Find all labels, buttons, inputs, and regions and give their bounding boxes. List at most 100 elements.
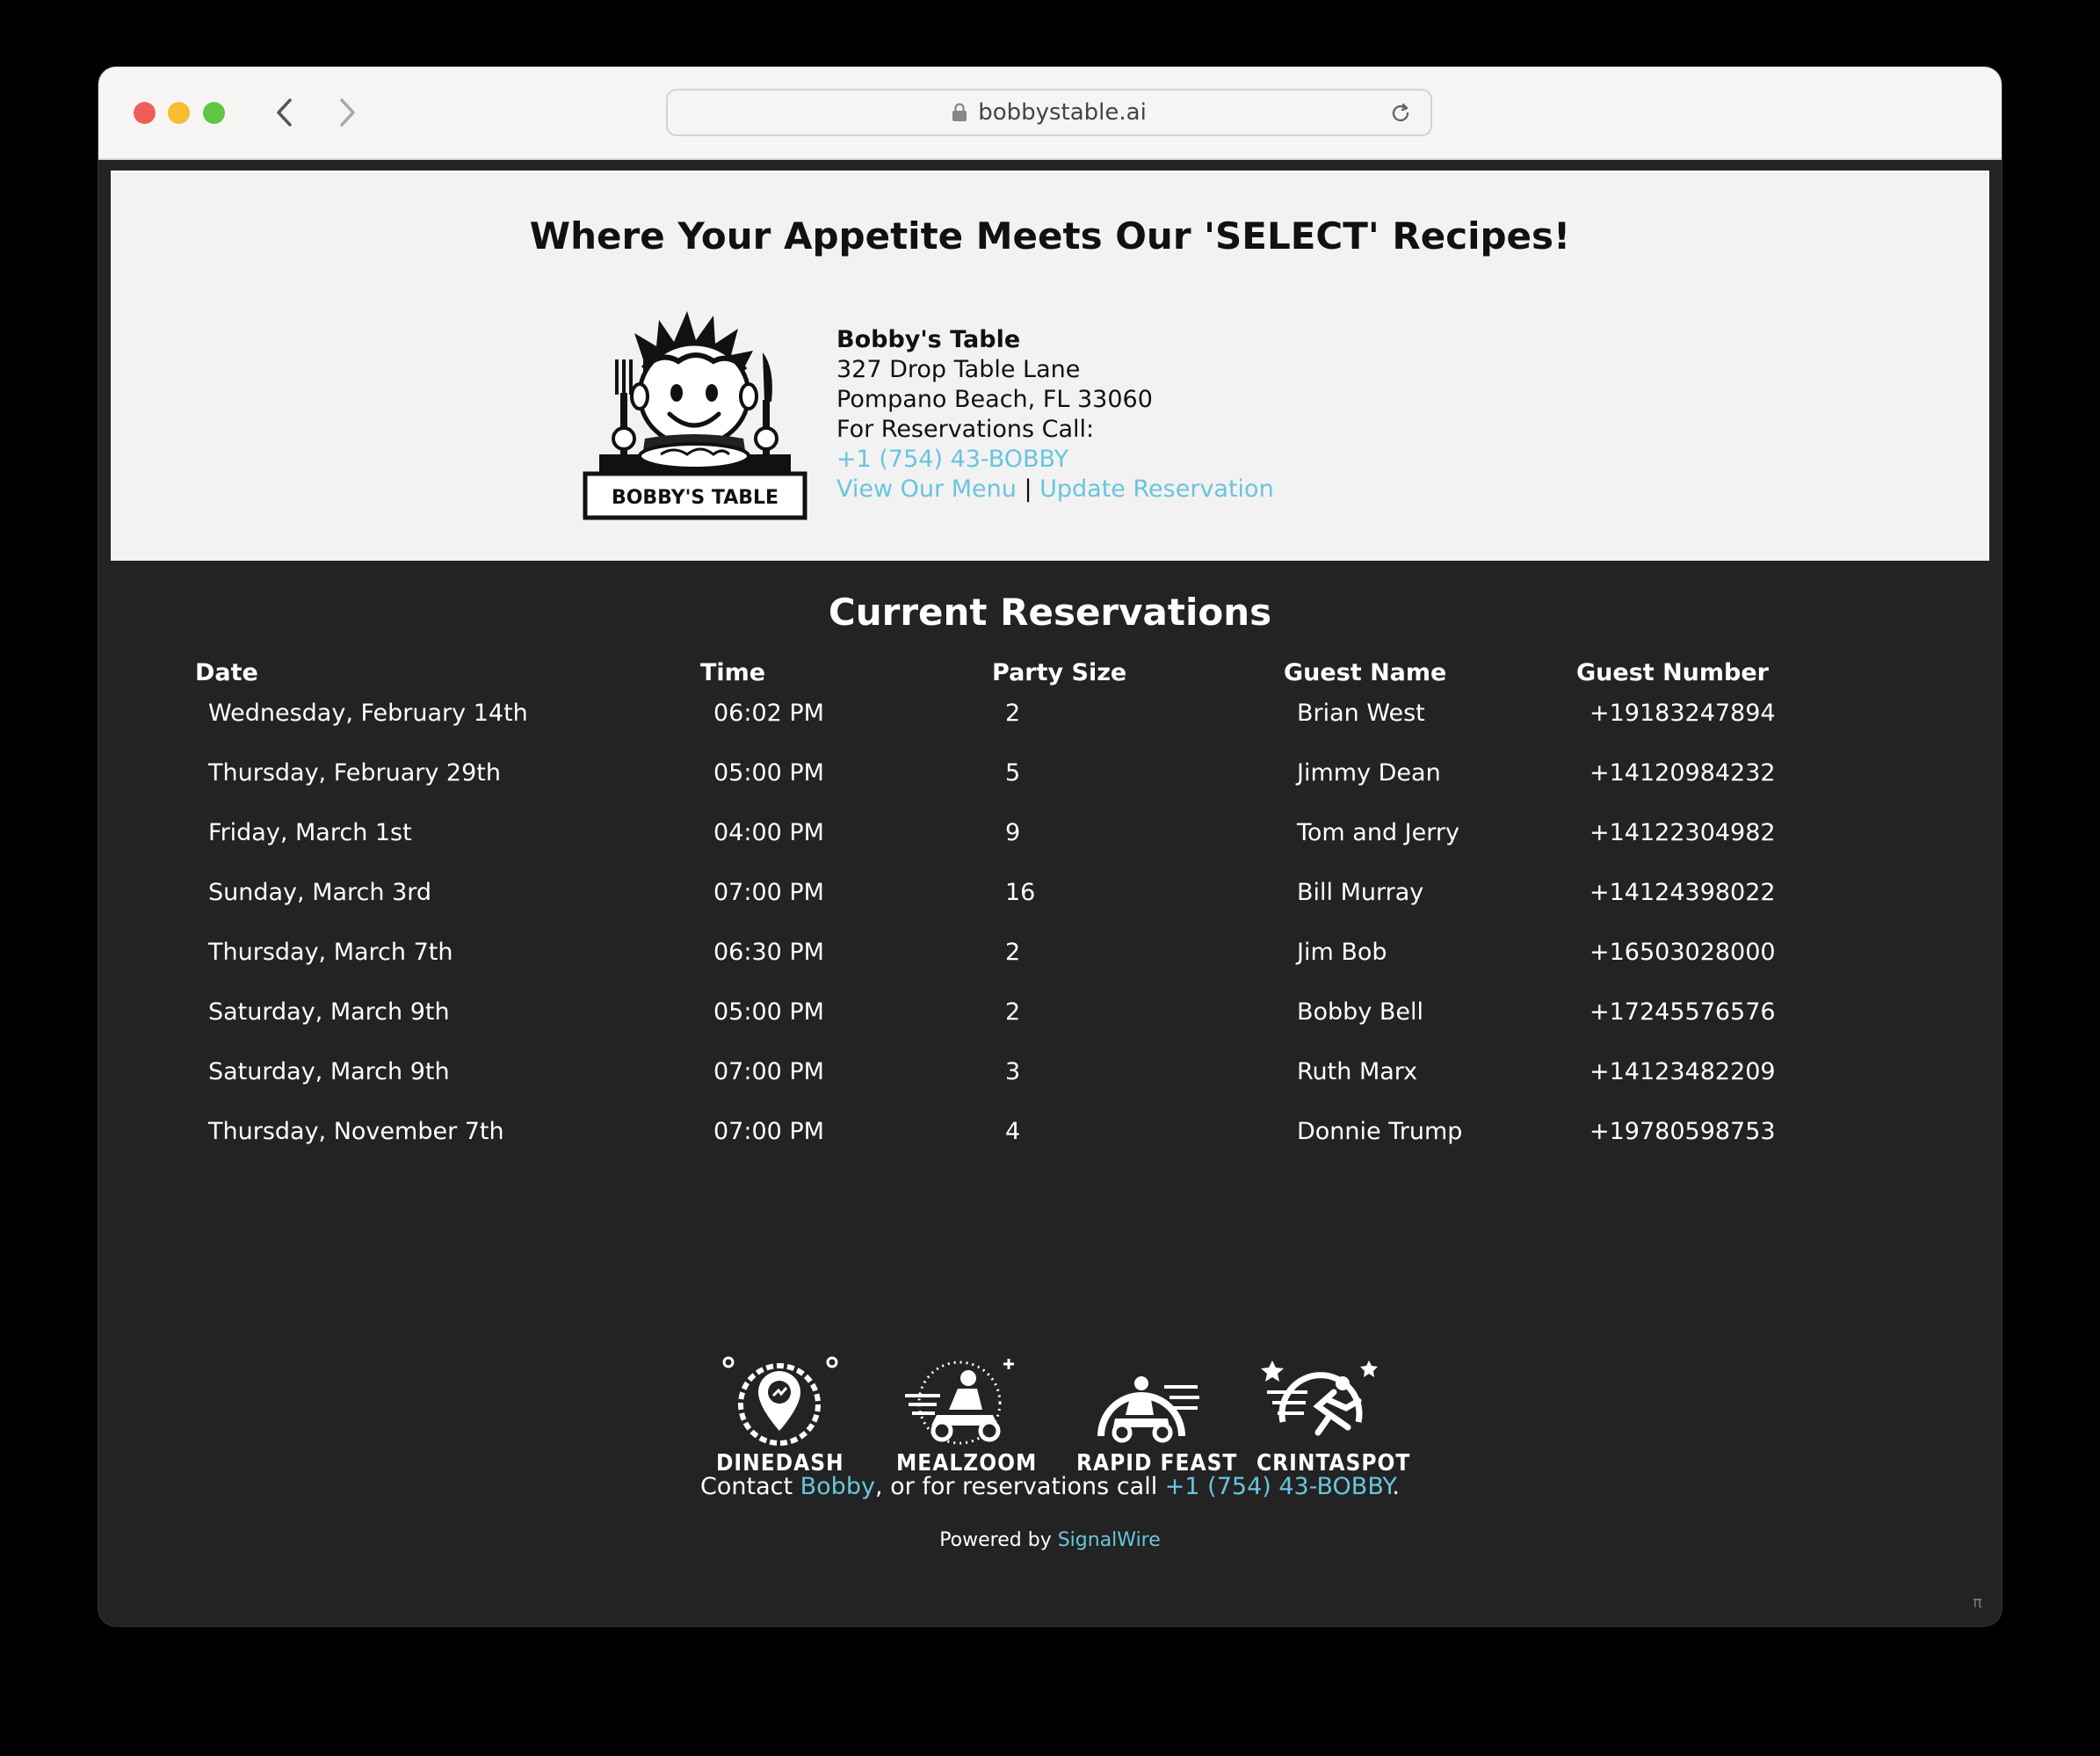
cell-time: 07:00 PM (713, 879, 824, 906)
contact-suffix: . (1392, 1473, 1400, 1500)
cell-guest-name: Tom and Jerry (1297, 819, 1459, 846)
reload-icon[interactable] (1388, 101, 1413, 126)
reservations-table: Date Time Party Size Guest Name Guest Nu… (195, 659, 1776, 1172)
maximize-window-button[interactable] (203, 102, 225, 124)
cell-guest-number: +19183247894 (1589, 700, 1776, 727)
cell-guest-number: +16503028000 (1589, 939, 1776, 966)
cell-guest-name: Bobby Bell (1297, 998, 1424, 1026)
column-header-date: Date (195, 659, 258, 686)
column-header-party-size: Party Size (992, 659, 1127, 686)
cell-guest-name: Jimmy Dean (1297, 759, 1441, 787)
table-row: Sunday, March 3rd 07:00 PM 16 Bill Murray +1… (195, 874, 1776, 933)
partner-mealzoom: MEALZOOM (896, 1352, 1036, 1484)
table-row: Friday, March 1st 04:00 PM 9 Tom and Jerry +… (195, 814, 1776, 874)
close-window-button[interactable] (134, 102, 156, 124)
cell-party-size: 9 (1005, 819, 1021, 846)
cell-date: Thursday, November 7th (208, 1118, 504, 1145)
cell-party-size: 16 (1005, 879, 1036, 906)
cell-date: Thursday, March 7th (208, 939, 453, 966)
view-menu-link[interactable]: View Our Menu (836, 475, 1017, 503)
cell-time: 05:00 PM (713, 759, 824, 787)
footer-phone-link[interactable]: +1 (754) 43-BOBBY (1165, 1473, 1393, 1500)
column-header-guest-number: Guest Number (1576, 659, 1769, 686)
bobbys-table-logo: BOBBY'S TABLE (583, 311, 807, 520)
scooter-rider-icon (905, 1359, 1014, 1445)
cell-guest-name: Donnie Trump (1297, 1118, 1463, 1145)
cell-guest-name: Brian West (1297, 700, 1425, 727)
reservations-label: For Reservations Call: (836, 416, 1095, 443)
runner-icon (1261, 1361, 1378, 1436)
cell-party-size: 5 (1005, 759, 1021, 787)
link-separator: | (1024, 475, 1032, 503)
cell-guest-number: +14120984232 (1589, 759, 1776, 787)
cell-date: Sunday, March 3rd (208, 879, 432, 906)
footer-powered-by: Powered by SignalWire (111, 1529, 1989, 1551)
update-reservation-link[interactable]: Update Reservation (1039, 475, 1274, 503)
address-line-2: Pompano Beach, FL 33060 (836, 386, 1153, 413)
cell-party-size: 4 (1005, 1118, 1021, 1145)
cell-guest-name: Jim Bob (1297, 939, 1387, 966)
cell-date: Thursday, February 29th (208, 759, 501, 787)
delivery-rider-icon (1097, 1376, 1199, 1443)
powered-prefix: Powered by (939, 1529, 1058, 1551)
table-row: Thursday, March 7th 06:30 PM 2 Jim Bob +1650… (195, 933, 1776, 993)
back-arrow-icon[interactable] (267, 91, 302, 134)
cell-party-size: 2 (1005, 700, 1021, 727)
partner-logos: DINEDASH MEALZOOM RAPID FEAST CRINTASPOT (111, 1352, 1989, 1484)
restaurant-info: Bobby's Table 327 Drop Table Lane Pompan… (836, 325, 1274, 504)
browser-window: bobbystable.ai Where Your Appetite Meets… (98, 67, 2002, 1626)
address-bar[interactable]: bobbystable.ai (666, 89, 1432, 136)
column-header-time: Time (700, 659, 766, 686)
table-header-row: Date Time Party Size Guest Name Guest Nu… (195, 659, 1776, 694)
cell-date: Saturday, March 9th (208, 1058, 450, 1085)
contact-bobby-link[interactable]: Bobby (800, 1473, 875, 1500)
reservations-title: Current Reservations (828, 591, 1272, 634)
minimize-window-button[interactable] (168, 102, 190, 124)
lock-icon (952, 103, 967, 121)
site-header: Where Your Appetite Meets Our 'SELECT' R… (111, 171, 1989, 561)
partner-rapid-feast: RAPID FEAST (1076, 1352, 1236, 1484)
cell-date: Saturday, March 9th (208, 998, 450, 1026)
partner-crintaspot: CRINTASPOT (1256, 1352, 1409, 1484)
column-header-guest-name: Guest Name (1284, 659, 1447, 686)
phone-link[interactable]: +1 (754) 43-BOBBY (836, 446, 1068, 473)
page-viewport: Where Your Appetite Meets Our 'SELECT' R… (111, 171, 1989, 1626)
cell-guest-number: +19780598753 (1589, 1118, 1776, 1145)
url-text: bobbystable.ai (978, 99, 1147, 126)
signalwire-link[interactable]: SignalWire (1058, 1529, 1161, 1551)
cell-date: Wednesday, February 14th (208, 700, 528, 727)
cell-guest-number: +14123482209 (1589, 1058, 1776, 1085)
address-line-1: 327 Drop Table Lane (836, 356, 1081, 383)
cell-guest-name: Bill Murray (1297, 879, 1424, 906)
footer-contact: Contact Bobby, or for reservations call … (111, 1473, 1989, 1500)
svg-text:BOBBY'S TABLE: BOBBY'S TABLE (612, 487, 778, 509)
cell-time: 07:00 PM (713, 1058, 824, 1085)
restaurant-name: Bobby's Table (836, 326, 1021, 353)
table-row: Saturday, March 9th 05:00 PM 2 Bobby Bell +1… (195, 993, 1776, 1053)
cell-party-size: 3 (1005, 1058, 1021, 1085)
page-headline: Where Your Appetite Meets Our 'SELECT' R… (529, 214, 1571, 258)
cell-date: Friday, March 1st (208, 819, 412, 846)
browser-titlebar: bobbystable.ai (98, 67, 2002, 160)
table-row: Thursday, February 29th 05:00 PM 5 Jimmy De… (195, 754, 1776, 814)
table-row: Wednesday, February 14th 06:02 PM 2 Brian W… (195, 694, 1776, 754)
cell-guest-name: Ruth Marx (1297, 1058, 1418, 1085)
cell-party-size: 2 (1005, 998, 1021, 1026)
cell-guest-number: +17245576576 (1589, 998, 1776, 1026)
cell-time: 06:02 PM (713, 700, 824, 727)
contact-middle: , or for reservations call (874, 1473, 1165, 1500)
pi-easter-egg-link[interactable]: π (1973, 1593, 1982, 1612)
table-row: Thursday, November 7th 07:00 PM 4 Donnie Tr… (195, 1113, 1776, 1172)
forward-arrow-icon[interactable] (329, 91, 365, 134)
contact-prefix: Contact (700, 1473, 800, 1500)
cell-party-size: 2 (1005, 939, 1021, 966)
cell-time: 07:00 PM (713, 1118, 824, 1145)
cell-time: 06:30 PM (713, 939, 824, 966)
cell-guest-number: +14124398022 (1589, 879, 1776, 906)
table-row: Saturday, March 9th 07:00 PM 3 Ruth Marx +14… (195, 1053, 1776, 1113)
location-pin-icon (722, 1356, 838, 1446)
partner-dinedash: DINEDASH (716, 1352, 844, 1484)
cell-time: 05:00 PM (713, 998, 824, 1026)
cell-time: 04:00 PM (713, 819, 824, 846)
cell-guest-number: +14122304982 (1589, 819, 1776, 846)
